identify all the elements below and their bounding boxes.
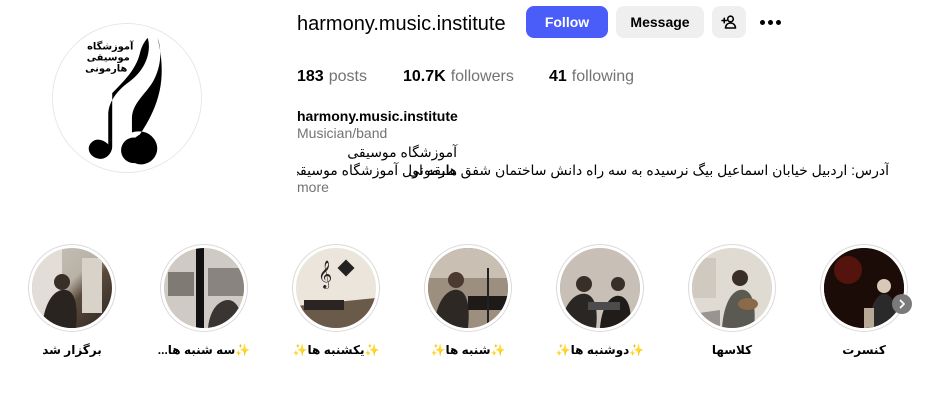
highlight-cover bbox=[560, 248, 640, 328]
highlight-cover bbox=[824, 248, 904, 328]
highlight-cover: 𝄞 bbox=[296, 248, 376, 328]
posts-label: posts bbox=[328, 68, 367, 85]
highlight-item[interactable]: برگزار شد bbox=[6, 244, 138, 358]
highlight-label: ✨دوشنبه ها✨ bbox=[555, 343, 645, 357]
posts-stat: 183 posts bbox=[297, 67, 403, 87]
bio-more-link[interactable]: more bbox=[297, 179, 329, 195]
highlights-next-button[interactable] bbox=[892, 294, 912, 314]
following-link[interactable]: 41 following bbox=[549, 67, 634, 87]
add-person-icon bbox=[721, 15, 737, 29]
highlight-item[interactable]: کلاسها bbox=[666, 244, 798, 358]
logo-text-3: هارمونی bbox=[85, 63, 127, 74]
highlight-cover bbox=[32, 248, 112, 328]
profile-username: harmony.music.institute bbox=[297, 13, 506, 35]
profile-stats: 183 posts 10.7K followers 41 following bbox=[297, 67, 634, 87]
bio-text-line-2: آدرس: اردبیل خیابان اسماعیل بیگ نرسیده ب… bbox=[297, 162, 889, 178]
highlight-label: ✨سه شنبه ها... bbox=[157, 343, 251, 357]
highlight-label: کنسرت bbox=[842, 343, 886, 357]
bio-display-name: harmony.music.institute bbox=[297, 108, 458, 124]
logo-text-2: موسیقی bbox=[87, 53, 130, 64]
followers-link[interactable]: 10.7K followers bbox=[403, 67, 549, 87]
more-options-button[interactable] bbox=[756, 8, 784, 36]
highlight-item[interactable]: 𝄞 ✨یکشنبه ها✨ bbox=[270, 244, 402, 358]
highlight-item[interactable]: ✨دوشنبه ها✨ bbox=[534, 244, 666, 358]
following-count: 41 bbox=[549, 68, 567, 85]
chevron-right-icon bbox=[899, 299, 905, 309]
highlight-label: ✨شنبه ها✨ bbox=[430, 343, 506, 357]
highlight-cover bbox=[692, 248, 772, 328]
highlight-cover bbox=[428, 248, 508, 328]
following-label: following bbox=[571, 68, 635, 85]
profile-avatar[interactable]: آموزشگاه موسیقی هارمونی bbox=[52, 23, 202, 173]
bio-category: Musician/band bbox=[297, 125, 388, 141]
more-horizontal-icon bbox=[759, 19, 765, 25]
logo-image: آموزشگاه موسیقی هارمونی bbox=[53, 24, 201, 172]
followers-label: followers bbox=[450, 68, 514, 85]
follow-button[interactable]: Follow bbox=[526, 6, 608, 38]
highlight-item[interactable]: ✨شنبه ها✨ bbox=[402, 244, 534, 358]
message-button[interactable]: Message bbox=[616, 6, 704, 38]
suggest-accounts-button[interactable] bbox=[712, 6, 746, 38]
highlight-cover bbox=[164, 248, 244, 328]
posts-count: 183 bbox=[297, 68, 324, 85]
highlight-item[interactable]: ✨سه شنبه ها... bbox=[138, 244, 270, 358]
logo-text-1: آموزشگاه bbox=[87, 40, 134, 53]
highlight-label: کلاسها bbox=[711, 343, 753, 357]
highlight-label: برگزار شد bbox=[42, 343, 102, 357]
followers-count: 10.7K bbox=[403, 68, 446, 85]
svg-text:𝄞: 𝄞 bbox=[318, 260, 332, 289]
highlight-label: ✨یکشنبه ها✨ bbox=[292, 343, 380, 357]
